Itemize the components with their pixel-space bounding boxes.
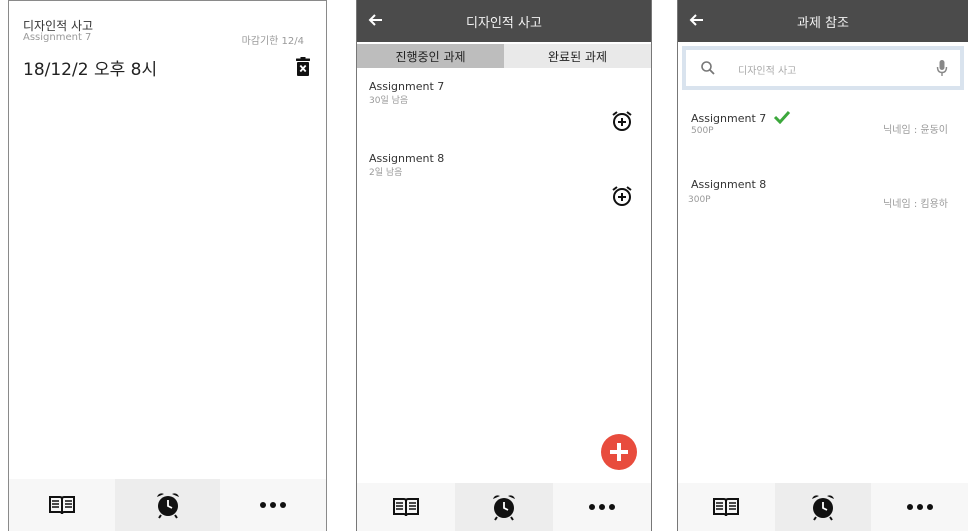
add-fab-button[interactable] [601, 434, 637, 470]
days-left: 30일 남음 [369, 96, 409, 106]
points-value: 300P [688, 195, 711, 205]
list-item[interactable]: Assignment 8 [691, 178, 766, 191]
page-title: 과제 참조 [797, 16, 849, 31]
assignment-title: Assignment 7 [369, 80, 445, 93]
search-bar[interactable]: 디자인적 사고 [682, 46, 964, 90]
trash-x-icon[interactable] [294, 57, 312, 77]
nav-more-button[interactable] [871, 483, 968, 531]
list-item[interactable]: Assignment 8 2일 남음 [369, 152, 444, 178]
assignment-reference-screen: 과제 참조 디자인적 사고 Assignment 7 500P 닉네임 : 윤동… [677, 0, 968, 531]
more-dots-icon [589, 504, 595, 510]
more-dots-icon [260, 502, 267, 508]
list-item[interactable]: Assignment 7 500P [691, 107, 791, 136]
nav-more-button[interactable] [553, 483, 651, 531]
alarm-clock-icon [493, 495, 515, 521]
nickname-label: 닉네임 : 킴용하 [883, 199, 948, 210]
add-alarm-icon[interactable] [611, 185, 633, 211]
assignment-title: Assignment 8 [691, 178, 767, 191]
tab-bar: 진행중인 과제 완료된 과제 [357, 44, 651, 68]
alarm-time: 18/12/2 오후 8시 [23, 60, 158, 80]
app-bar: 과제 참조 [678, 0, 968, 42]
alarm-detail-screen: 디자인적 사고 Assignment 7 마감기한 12/4 18/12/2 오… [8, 0, 327, 531]
tab-in-progress[interactable]: 진행중인 과제 [357, 44, 504, 68]
bottom-nav [678, 483, 968, 531]
assignment-list-screen: 디자인적 사고 진행중인 과제 완료된 과제 Assignment 7 30일 … [356, 0, 652, 531]
nav-book-button[interactable] [357, 483, 455, 531]
bottom-nav [357, 483, 651, 531]
deadline-label: 마감기한 12/4 [241, 36, 304, 47]
assignment-title: Assignment 7 [691, 112, 767, 125]
list-item[interactable]: Assignment 7 30일 남음 [369, 80, 444, 106]
book-icon [393, 498, 419, 517]
alarm-clock-icon [156, 493, 179, 519]
nav-alarm-button[interactable] [774, 483, 872, 531]
assignment-name: Assignment 7 [23, 32, 92, 43]
nav-more-button[interactable] [220, 479, 326, 531]
search-input[interactable]: 디자인적 사고 [738, 62, 796, 77]
assignment-title: Assignment 8 [369, 152, 445, 165]
app-bar: 디자인적 사고 [357, 0, 651, 42]
days-left: 2일 남음 [369, 168, 403, 178]
add-alarm-icon[interactable] [611, 110, 633, 136]
book-icon [48, 496, 75, 515]
nav-alarm-button[interactable] [114, 479, 221, 531]
alarm-clock-icon [812, 495, 834, 521]
points-value: 500P [691, 126, 714, 136]
book-icon [713, 498, 740, 517]
search-icon [701, 61, 715, 75]
checkmark-icon [774, 110, 791, 125]
nickname-label: 닉네임 : 윤동이 [883, 125, 948, 136]
tab-completed[interactable]: 완료된 과제 [504, 44, 651, 68]
microphone-icon[interactable] [936, 59, 948, 77]
more-dots-icon [906, 504, 913, 510]
page-title: 디자인적 사고 [466, 16, 542, 31]
nav-book-button[interactable] [9, 479, 115, 531]
nav-alarm-button[interactable] [455, 483, 553, 531]
plus-icon [610, 443, 628, 461]
bottom-nav [9, 479, 326, 531]
nav-book-button[interactable] [678, 483, 775, 531]
